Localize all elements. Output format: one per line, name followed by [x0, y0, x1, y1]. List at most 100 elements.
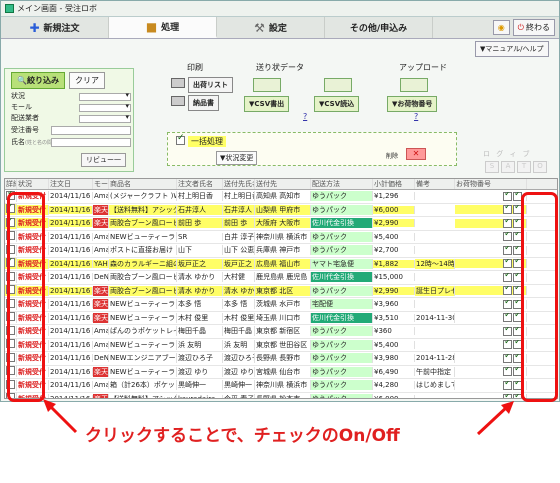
- legend-box: S: [485, 161, 499, 173]
- csv-import-button[interactable]: ▼CSV読込: [314, 96, 360, 112]
- row-flag-checkbox[interactable]: [503, 353, 512, 363]
- upload-help-link[interactable]: ?: [414, 112, 418, 121]
- price-cell: ¥5,400: [373, 232, 415, 241]
- row-flag-checkbox[interactable]: [503, 394, 512, 398]
- ship-cell: 佐川代金引換: [311, 312, 373, 323]
- row-flag-checkbox[interactable]: [503, 380, 512, 390]
- dest-cell: 大阪府 大阪市: [255, 218, 311, 229]
- window-title: メイン画面 - 受注ロボ: [17, 4, 97, 13]
- column-header[interactable]: 送付先氏名: [223, 179, 255, 189]
- column-header[interactable]: 小計価格: [373, 179, 415, 189]
- dest-cell: 山梨県 甲府市: [255, 204, 311, 215]
- tracking-cell: [455, 299, 527, 309]
- table-row[interactable]: 新規受付2014/11/16AmaNEWビューティーラッシ浜 友明浜 友明東京都…: [5, 339, 557, 352]
- table-row[interactable]: 新規受付2014/11/16YAH森のカラルギーニ組の坂戸正之坂戸正之広島県 福…: [5, 258, 557, 271]
- send-data-title: 送り状データ: [256, 63, 304, 72]
- row-flag-checkbox[interactable]: [503, 232, 512, 242]
- ship-cell: 佐川代金引換: [311, 218, 373, 229]
- ship-cell: ゆうパック: [311, 366, 373, 377]
- bulk-checkbox[interactable]: [176, 133, 185, 145]
- column-header[interactable]: 注文日: [49, 179, 93, 189]
- tab-new-order[interactable]: ✚ 新規注文: [1, 17, 109, 38]
- plus-icon: ✚: [29, 20, 40, 35]
- row-flag-checkbox[interactable]: [503, 191, 512, 201]
- recipient-cell: 黒崎伸一: [223, 380, 255, 391]
- price-cell: ¥6,000: [373, 394, 415, 398]
- table-row[interactable]: 新規受付 2014/11/16 Ama 箱（計26本）ポケット 黒崎伸一 黒崎伸一 神奈川県…: [5, 379, 557, 393]
- orderer-cell: SR: [177, 232, 223, 241]
- price-cell: ¥1,882: [373, 259, 415, 268]
- clear-button[interactable]: クリア: [68, 72, 105, 89]
- search-button[interactable]: 🔍絞り込み: [11, 72, 65, 89]
- table-row[interactable]: 新規受付2014/11/16楽天【送料無料】アシックスkayradaira今平 …: [5, 393, 557, 398]
- product-cell: NEWエンジニアブーン: [110, 353, 177, 364]
- delivery-note-button[interactable]: 納品書: [188, 95, 219, 111]
- row-flag-checkbox[interactable]: [503, 313, 512, 323]
- price-cell: ¥3,510: [373, 313, 415, 322]
- table-row[interactable]: 新規受付2014/11/16楽天両胶合ブーン風ローヒ清水 ゆかり清水 ゆかり東京…: [5, 285, 557, 298]
- row-flag-checkbox[interactable]: [503, 286, 512, 296]
- help-icon: ◉: [497, 23, 505, 32]
- table-row[interactable]: 新規受付2014/11/16AmaNEWビューティーラッシSR白井 淳子神奈川県…: [5, 231, 557, 244]
- row-flag-checkbox[interactable]: [503, 218, 512, 228]
- column-header[interactable]: 配送方法: [311, 179, 373, 189]
- price-cell: ¥4,280: [373, 381, 415, 390]
- column-header[interactable]: 備考: [415, 179, 455, 189]
- table-row[interactable]: 新規受付2014/11/16楽天【送料無料】アシックス石井淳人石井淳人山梨県 甲…: [5, 204, 557, 217]
- memo-cell: 2014-11-28(金): [415, 353, 455, 364]
- table-row[interactable]: 新規受付2014/11/16Amaポストに直接お届け ボ山下山下 公恵兵庫県 神…: [5, 244, 557, 258]
- product-cell: 【送料無料】アシックス: [109, 204, 177, 215]
- recipient-cell: 村上明日香: [223, 191, 255, 202]
- tab-process[interactable]: ■ 処理: [109, 17, 217, 38]
- row-flag-checkbox[interactable]: [503, 326, 512, 336]
- table-row[interactable]: 新規受付2014/11/16Amaぱんのうポケットレインこ梅田千晶梅田千晶東京都…: [5, 325, 557, 339]
- row-flag-checkbox[interactable]: [503, 205, 512, 215]
- delete-button[interactable]: ✕: [406, 148, 426, 160]
- row-flag-checkbox[interactable]: [503, 299, 512, 309]
- manual-help-dropdown[interactable]: ▼マニュアル/ヘルプ: [475, 41, 549, 57]
- csv-export-button[interactable]: ▼CSV書出: [244, 96, 290, 112]
- tab-settings[interactable]: ⚒ 設定: [217, 17, 325, 38]
- table-row[interactable]: 新規受付2014/11/16Ama(メジャークラフト )WA村上明日香村上明日香…: [5, 190, 557, 204]
- mall-select[interactable]: [79, 102, 131, 112]
- tracking-number-button[interactable]: ▼お荷物番号: [387, 96, 438, 112]
- recipient-cell: 渡辺 ゆり: [224, 366, 255, 377]
- table-row[interactable]: 新規受付2014/11/16楽天NEWビューティーラッシ渡辺 ゆり渡辺 ゆり宮城…: [5, 366, 557, 379]
- header-actions: ◉ ⏻ 終わる: [433, 17, 559, 38]
- row-flag-checkbox[interactable]: [503, 367, 512, 377]
- table-row[interactable]: 新規受付2014/11/16楽天NEWビューティーラッシ本多 悟本多 悟茨城県 …: [5, 298, 557, 312]
- orderer-cell: 渡辺ひろ子: [177, 353, 223, 364]
- date-cell: 2014/11/16: [49, 381, 93, 390]
- column-header[interactable]: 商品名: [109, 179, 177, 189]
- tab-other[interactable]: その他/申込み: [325, 17, 433, 38]
- recipient-cell: 前田 歩: [223, 218, 255, 229]
- order-number-input[interactable]: [51, 126, 131, 135]
- table-row[interactable]: 新規受付2014/11/16楽天NEWビューティーラッシ木村 俊里木村 俊里埼玉…: [5, 312, 557, 325]
- row-flag-checkbox[interactable]: [503, 340, 512, 350]
- status-select[interactable]: [79, 91, 131, 101]
- row-flag-checkbox[interactable]: [503, 272, 512, 282]
- table-row[interactable]: 新規受付2014/11/16DeNaNEWエンジニアブーン渡辺ひろ子渡辺ひろ子長…: [5, 352, 557, 366]
- status-change-dropdown[interactable]: ▼状況変更: [216, 151, 258, 165]
- search-icon: 🔍: [17, 76, 27, 85]
- name-input[interactable]: [51, 138, 131, 147]
- carrier-select[interactable]: [79, 113, 131, 123]
- row-flag-checkbox[interactable]: [503, 245, 512, 255]
- send-help-link[interactable]: ?: [303, 112, 307, 121]
- column-header[interactable]: 注文者氏名: [177, 179, 223, 189]
- orderer-cell: 山下: [177, 245, 223, 256]
- exit-button[interactable]: ⏻ 終わる: [512, 19, 555, 36]
- tracking-cell: [455, 272, 527, 282]
- row-flag-checkbox[interactable]: [503, 259, 512, 269]
- help-button[interactable]: ◉: [492, 20, 510, 35]
- date-cell: 2014/11/16: [49, 273, 93, 282]
- table-row[interactable]: 新規受付2014/11/16楽天両胶合ブーン風ローヒ前田 歩前田 歩大阪府 大阪…: [5, 217, 557, 231]
- table-row[interactable]: 新規受付2014/11/16DeNa両胶合ブーン風ローヒ清水 ゆかり大村健鹿児島…: [5, 271, 557, 285]
- column-header[interactable]: お荷物番号: [455, 179, 527, 189]
- column-header[interactable]: 詳細: [5, 179, 17, 189]
- column-header[interactable]: 送付先: [255, 179, 311, 189]
- column-header[interactable]: モール: [93, 179, 109, 189]
- review-button[interactable]: リビュー一: [81, 153, 126, 167]
- shipping-list-button[interactable]: 出荷リスト: [188, 77, 233, 93]
- column-header[interactable]: 状況: [17, 179, 49, 189]
